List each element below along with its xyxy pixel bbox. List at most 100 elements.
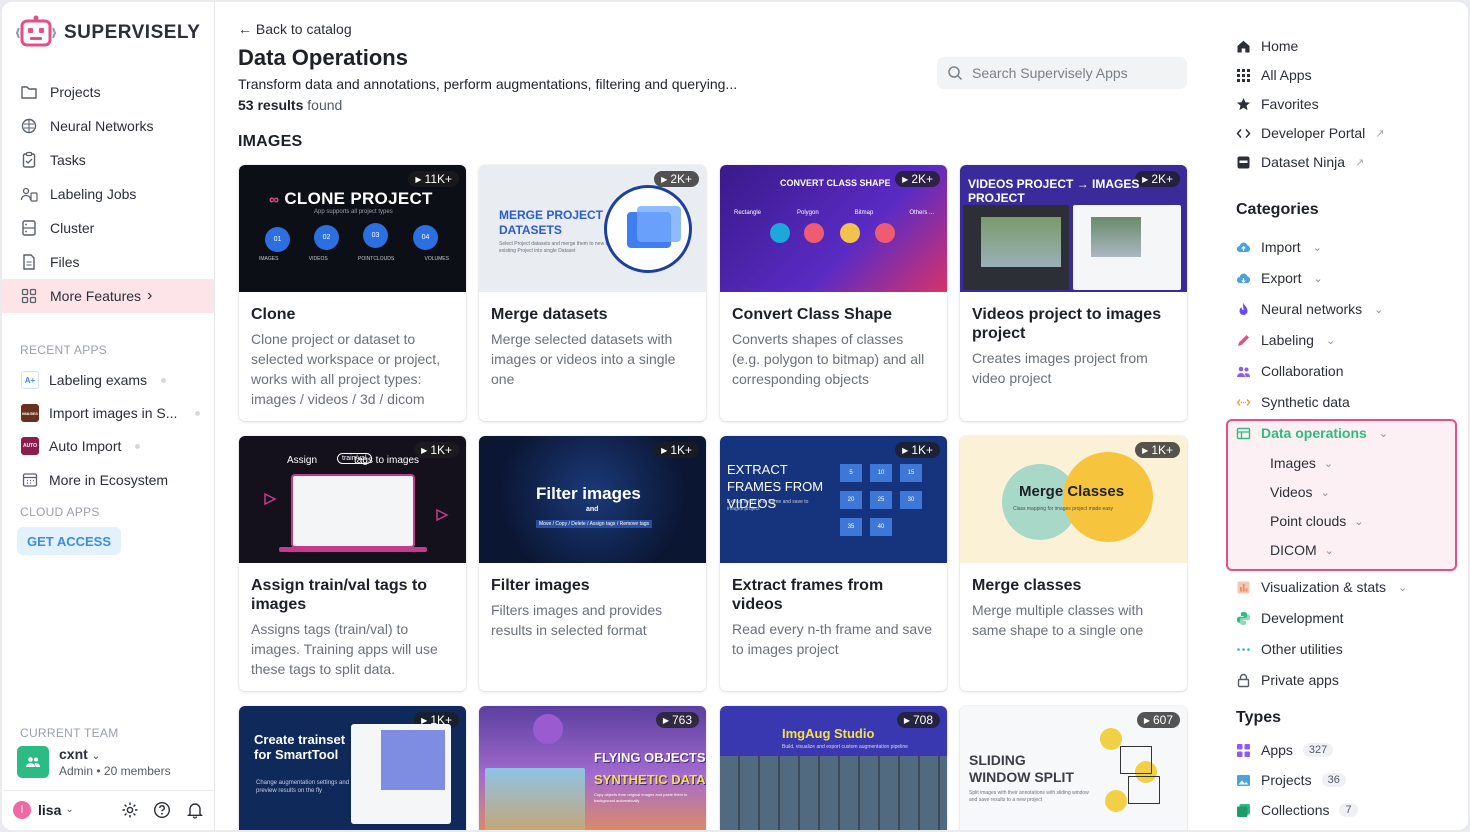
type-count-badge: 7	[1339, 803, 1358, 817]
ufo-illustration	[533, 714, 563, 744]
shape-label: Bitmap	[854, 210, 874, 216]
type-apps[interactable]: Apps 327	[1236, 737, 1334, 763]
category-other-utilities[interactable]: Other utilities	[1236, 636, 1343, 662]
image-icon	[1237, 774, 1250, 786]
app-card-videos-to-images[interactable]: ▶ 2K+ VIDEOS PROJECT → IMAGES PROJECT Vid…	[960, 165, 1187, 421]
nav-neural-networks[interactable]: Neural Networks	[2, 109, 214, 143]
chevron-down-icon[interactable]: ⌄	[65, 804, 73, 815]
app-card-convert-class-shape[interactable]: ▶ 2K+ CONVERT CLASS SHAPE Rectangle Polyg…	[720, 165, 947, 421]
shape-circle	[840, 223, 860, 243]
type-collections[interactable]: Collections 7	[1236, 797, 1358, 823]
app-card-clone[interactable]: ▶ 11K+ ∞ CLONE PROJECT App supports all p…	[239, 165, 466, 421]
app-card-assign-train-val[interactable]: ▶ 1K+ Assign train/val tags to images Ass…	[239, 436, 466, 691]
gear-icon[interactable]	[121, 801, 139, 819]
search-placeholder: Search Supervisely Apps	[972, 65, 1128, 81]
category-label: Synthetic data	[1261, 394, 1350, 410]
help-icon[interactable]	[153, 801, 171, 819]
grid-icon	[21, 288, 37, 304]
nav-tasks[interactable]: Tasks	[2, 143, 214, 177]
app-card-merge-classes[interactable]: ▶ 1K+ Merge Classes Class mapping for ima…	[960, 436, 1187, 691]
category-synthetic-data[interactable]: Synthetic data	[1236, 389, 1350, 415]
search-input[interactable]: Search Supervisely Apps	[937, 57, 1187, 89]
type-count-badge: 327	[1302, 743, 1334, 757]
category-import[interactable]: Import ⌄	[1236, 234, 1322, 260]
nav-labeling-jobs[interactable]: Labeling Jobs	[2, 177, 214, 211]
recent-app-label: More in Ecosystem	[49, 472, 169, 488]
more-in-ecosystem[interactable]: More in Ecosystem	[2, 465, 214, 495]
user-name[interactable]: lisa	[38, 802, 61, 818]
link-developer-portal[interactable]: Developer Portal ↗	[1236, 120, 1385, 146]
thumb-subtitle: Split images with their annotations with…	[969, 790, 1089, 803]
star-icon	[1237, 97, 1250, 110]
subcategory-dicom[interactable]: DICOM ⌄	[1270, 538, 1334, 562]
subcategory-videos[interactable]: Videos ⌄	[1270, 480, 1330, 504]
app-card-imgaug-studio[interactable]: ▶ 708 ImgAug Studio Build, visualize and …	[720, 706, 947, 830]
app-card-sliding-window[interactable]: ▶ 607 SLIDING WINDOW SPLIT Split images w…	[960, 706, 1187, 830]
nav-label: Cluster	[50, 220, 95, 236]
dots-icon	[1237, 647, 1250, 651]
team-name: cxnt	[59, 746, 88, 762]
status-dot	[161, 377, 167, 383]
external-link-icon: ↗	[1375, 127, 1385, 140]
subcategory-images[interactable]: Images ⌄	[1270, 451, 1333, 475]
link-all-apps[interactable]: All Apps	[1236, 62, 1312, 88]
laptop-illustration	[291, 474, 415, 548]
link-label: Favorites	[1261, 96, 1319, 112]
recent-app-item[interactable]: IMAGES Import images in S...	[2, 398, 214, 428]
python-icon	[1237, 611, 1250, 625]
link-home[interactable]: Home	[1236, 33, 1298, 59]
app-card-filter-images[interactable]: ▶ 1K+ Filter images and Move / Copy / Del…	[479, 436, 706, 691]
nav-more-features[interactable]: More Features ›	[2, 279, 214, 313]
usage-badge: ▶ 11K+	[408, 171, 459, 187]
recent-app-item[interactable]: AUTO Auto Import	[2, 431, 214, 461]
category-development[interactable]: Development	[1236, 605, 1344, 631]
category-labeling[interactable]: Labeling ⌄	[1236, 327, 1335, 353]
get-access-button[interactable]: GET ACCESS	[17, 527, 121, 555]
category-data-operations[interactable]: Data operations ⌄	[1236, 420, 1388, 446]
nav-label: Neural Networks	[50, 118, 154, 134]
link-label: All Apps	[1261, 67, 1312, 83]
thumb-title: CONVERT CLASS SHAPE	[780, 178, 891, 188]
chevron-down-icon: ⌄	[1312, 241, 1322, 254]
triangle-decoration-icon	[436, 508, 449, 522]
link-favorites[interactable]: Favorites	[1236, 91, 1319, 117]
server-icon	[22, 220, 36, 236]
app-card-flying-objects[interactable]: ▶ 763 FLYING OBJECTS SYNTHETIC DATA Copy …	[479, 706, 706, 830]
link-dataset-ninja[interactable]: Dataset Ninja ↗	[1236, 149, 1364, 175]
back-to-catalog-link[interactable]: ← Back to catalog	[238, 21, 352, 37]
chevron-down-icon: ⌄	[1378, 427, 1389, 440]
category-label: Data operations	[1261, 425, 1367, 441]
app-card-create-trainset[interactable]: ▶ 1K+ Create trainset for SmartTool Chang…	[239, 706, 466, 830]
thumb-subtitle: SYNTHETIC DATA	[594, 772, 706, 787]
user-avatar[interactable]: l	[13, 800, 31, 819]
lemon-illustration	[1105, 790, 1127, 812]
section-heading-images: IMAGES	[238, 133, 303, 150]
recent-app-label: Import images in S...	[49, 405, 178, 421]
nav-projects[interactable]: Projects	[2, 75, 214, 109]
nav-files[interactable]: Files	[2, 245, 214, 279]
category-neural-networks[interactable]: Neural networks ⌄	[1236, 296, 1383, 322]
frame-cell: 35	[840, 518, 862, 536]
main-content: ← Back to catalog Data Operations Transf…	[216, 2, 1206, 830]
image-stack-illustration	[604, 185, 692, 273]
app-card-merge-datasets[interactable]: ▶ 2K+ MERGE PROJECT DATASETS Select Proje…	[479, 165, 706, 421]
nav-cluster[interactable]: Cluster	[2, 211, 214, 245]
subcategory-point-clouds[interactable]: Point clouds ⌄	[1270, 509, 1364, 533]
category-visualization-stats[interactable]: Visualization & stats ⌄	[1236, 574, 1407, 600]
type-projects[interactable]: Projects 36	[1236, 767, 1346, 793]
category-private-apps[interactable]: Private apps	[1236, 667, 1339, 693]
app-card-extract-frames[interactable]: ▶ 1K+ EXTRACT FRAMES FROM VIDEOS Extract …	[720, 436, 947, 691]
play-icon: ▶	[902, 445, 909, 455]
team-switcher[interactable]: cxnt ⌄ Admin • 20 members	[17, 746, 171, 778]
bell-icon[interactable]	[186, 801, 204, 819]
thumb-title: Create trainset for SmartTool	[254, 732, 346, 762]
recent-app-item[interactable]: A+ Labeling exams	[2, 365, 214, 395]
category-export[interactable]: Export ⌄	[1236, 265, 1323, 291]
category-collaboration[interactable]: Collaboration	[1236, 358, 1344, 384]
logo[interactable]: SUPERVISELY	[16, 14, 200, 52]
subcategory-label: DICOM	[1270, 542, 1317, 558]
thumb-subtitle: Class mapping for images project made ea…	[1013, 506, 1114, 512]
arrows-icon	[1236, 398, 1251, 406]
thumb-title: Merge Classes	[1019, 483, 1125, 500]
page-title: Data Operations	[238, 45, 408, 70]
